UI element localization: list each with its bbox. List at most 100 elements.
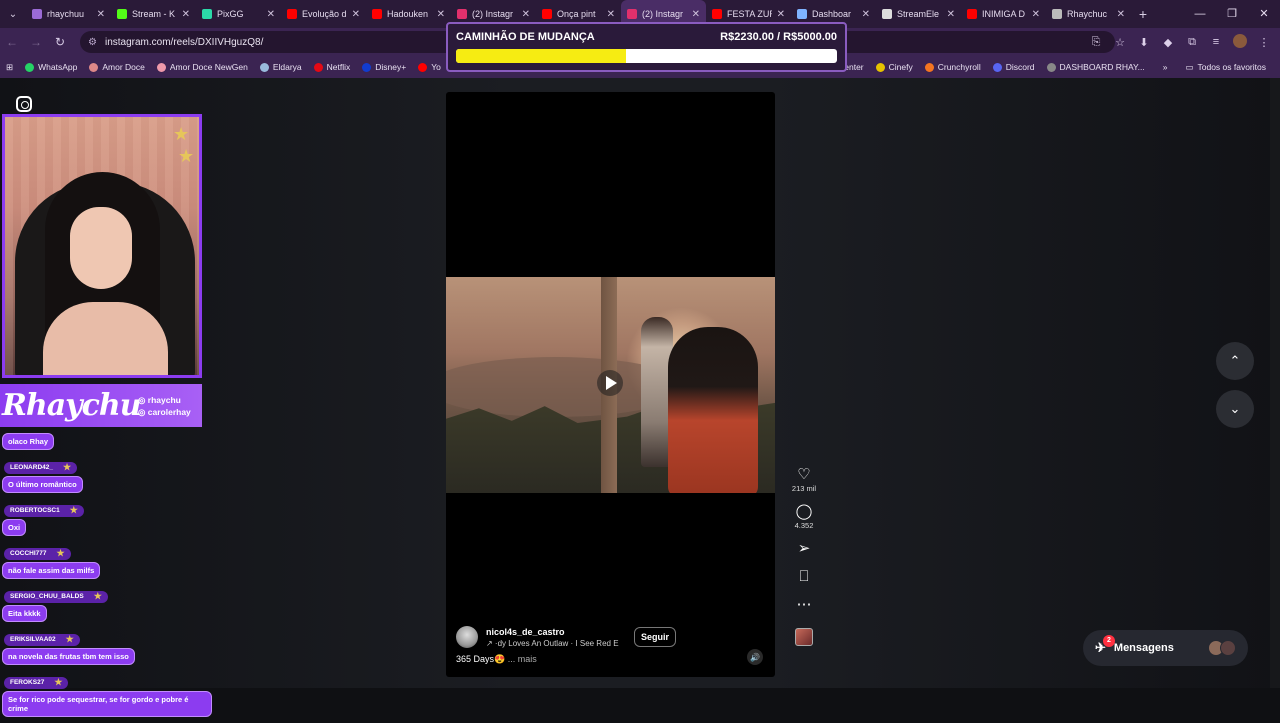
star-decoration-icon: ★ ★ bbox=[173, 124, 195, 166]
tab-close-icon[interactable]: ✕ bbox=[947, 9, 955, 20]
more-bookmarks-icon[interactable]: » bbox=[1157, 62, 1174, 72]
tab[interactable]: INIMIGA D ✕ bbox=[961, 0, 1046, 28]
tab-favicon-icon bbox=[287, 9, 297, 19]
new-tab-button[interactable]: + bbox=[1131, 6, 1155, 22]
tab-label: Rhaychuc bbox=[1067, 9, 1108, 19]
messages-button[interactable]: ✈ 2 Mensagens bbox=[1083, 630, 1248, 666]
all-bookmarks-folder[interactable]: ▭ Todos os favoritos bbox=[1179, 62, 1272, 73]
audio-thumbnail[interactable] bbox=[795, 628, 813, 646]
tab-close-icon[interactable]: ✕ bbox=[352, 9, 360, 20]
page-scrollbar[interactable] bbox=[1270, 78, 1280, 688]
heart-icon[interactable]: ♡ bbox=[797, 466, 810, 484]
tab-favicon-icon bbox=[117, 9, 127, 19]
bookmark-item[interactable]: Amor Doce NewGen bbox=[151, 62, 254, 72]
puzzle-icon[interactable]: ⧉ bbox=[1182, 36, 1202, 49]
author-avatar[interactable] bbox=[456, 626, 478, 648]
tab-close-icon[interactable]: ✕ bbox=[522, 9, 530, 20]
more-link[interactable]: ... mais bbox=[508, 654, 537, 664]
extension-icon[interactable]: ◆ bbox=[1158, 36, 1178, 49]
tab-search-button[interactable]: ⌄ bbox=[0, 0, 26, 28]
star-badge-icon: ★ bbox=[56, 548, 65, 558]
share-action[interactable]: ➢ bbox=[798, 540, 811, 558]
install-icon[interactable]: ⎘ bbox=[1086, 36, 1106, 49]
more-action[interactable]: ⋯ bbox=[797, 596, 812, 614]
comment-action[interactable]: ◯ 4.352 bbox=[795, 503, 814, 530]
back-button[interactable]: ← bbox=[0, 35, 24, 49]
folder-icon: ▭ bbox=[1185, 61, 1194, 72]
follow-button[interactable]: Seguir bbox=[634, 627, 677, 647]
tab[interactable]: PixGG ✕ bbox=[196, 0, 281, 28]
bookmark-item[interactable]: Crunchyroll bbox=[919, 62, 987, 72]
audio-track[interactable]: ↗ ·dy Loves An Outlaw · I See Red E bbox=[486, 639, 619, 648]
bookmark-icon[interactable]: ⎕ bbox=[799, 568, 808, 586]
messages-badge: 2 bbox=[1103, 635, 1115, 647]
close-window-button[interactable]: ✕ bbox=[1248, 0, 1280, 28]
bookmark-star-icon[interactable]: ☆ bbox=[1110, 36, 1130, 49]
tab-close-icon[interactable]: ✕ bbox=[777, 9, 785, 20]
stream-chat: olaco Rhay LEONARD42_ ★ O último romântico R… bbox=[2, 431, 212, 723]
chat-text: olaco Rhay bbox=[2, 433, 55, 450]
bookmark-item[interactable]: Disney+ bbox=[356, 62, 412, 72]
profile-avatar[interactable] bbox=[1230, 33, 1250, 51]
restore-button[interactable]: ❐ bbox=[1216, 0, 1248, 28]
bookmarks-left: WhatsApp Amor Doce Amor Doce NewGen Eldarya… bbox=[19, 62, 447, 72]
tab-label: Onça pint bbox=[557, 9, 596, 19]
like-action[interactable]: ♡ 213 mil bbox=[792, 466, 816, 493]
bookmark-item[interactable]: Yo bbox=[412, 62, 447, 72]
tab-close-icon[interactable]: ✕ bbox=[97, 9, 105, 20]
tab-label: rhaychuu bbox=[47, 9, 85, 19]
chat-message: FEROKS27 ★ Se for rico pode sequestrar, se… bbox=[2, 671, 212, 717]
tab-close-icon[interactable]: ✕ bbox=[1117, 9, 1125, 20]
tab-close-icon[interactable]: ✕ bbox=[607, 9, 615, 20]
tab-close-icon[interactable]: ✕ bbox=[1032, 9, 1040, 20]
tab[interactable]: Evolução d ✕ bbox=[281, 0, 366, 28]
chat-username: SERGIO_CHUU_BALDS ★ bbox=[4, 590, 108, 603]
tab-close-icon[interactable]: ✕ bbox=[862, 9, 870, 20]
download-icon[interactable]: ⬇ bbox=[1134, 36, 1154, 49]
instagram-logo-icon[interactable] bbox=[16, 96, 32, 112]
save-action[interactable]: ⎕ bbox=[799, 568, 808, 586]
bookmark-item[interactable]: Amor Doce bbox=[83, 62, 151, 72]
bookmark-item[interactable]: Discord bbox=[987, 62, 1041, 72]
tab[interactable]: Hadouken ✕ bbox=[366, 0, 451, 28]
minimize-button[interactable]: — bbox=[1184, 0, 1216, 28]
star-badge-icon: ★ bbox=[69, 505, 78, 515]
sound-icon[interactable]: 🔊 bbox=[747, 649, 763, 665]
messages-label: Mensagens bbox=[1113, 642, 1174, 654]
bookmark-label: Amor Doce bbox=[102, 62, 145, 72]
bookmark-item[interactable]: WhatsApp bbox=[19, 62, 83, 72]
bookmark-favicon-icon bbox=[313, 62, 323, 72]
bookmark-item[interactable]: Netflix bbox=[308, 62, 357, 72]
media-icon[interactable]: ≡ bbox=[1206, 36, 1226, 48]
tab-favicon-icon bbox=[1052, 9, 1062, 19]
tab[interactable]: rhaychuu ✕ bbox=[26, 0, 111, 28]
bookmark-label: Disney+ bbox=[375, 62, 407, 72]
bookmark-item[interactable]: Cinefy bbox=[870, 62, 919, 72]
bookmark-label: Netflix bbox=[326, 62, 351, 72]
donation-goal-overlay: CAMINHÃO DE MUDANÇA R$2230.00 / R$5000.0… bbox=[446, 22, 847, 72]
bookmark-item[interactable]: DASHBOARD RHAY... bbox=[1041, 62, 1151, 72]
tab[interactable]: StreamEle ✕ bbox=[876, 0, 961, 28]
tab-close-icon[interactable]: ✕ bbox=[437, 9, 445, 20]
tab-close-icon[interactable]: ✕ bbox=[692, 9, 700, 20]
tab-close-icon[interactable]: ✕ bbox=[182, 9, 190, 20]
forward-button[interactable]: → bbox=[24, 35, 48, 49]
tab-close-icon[interactable]: ✕ bbox=[267, 9, 275, 20]
send-icon[interactable]: ➢ bbox=[798, 540, 811, 558]
reload-button[interactable]: ↻ bbox=[48, 35, 72, 49]
apps-icon[interactable]: ⊞ bbox=[0, 62, 19, 73]
social-small-icon: ◎ bbox=[138, 407, 148, 417]
bookmark-item[interactable]: Eldarya bbox=[254, 62, 308, 72]
toolbar-actions: ⎘ ☆ ⬇ ◆ ⧉ ≡ ⋮ bbox=[1086, 28, 1280, 56]
previous-reel-button[interactable]: ⌃ bbox=[1216, 342, 1254, 380]
reel-video[interactable]: nicol4s_de_castro ↗ ·dy Loves An Outlaw … bbox=[446, 92, 775, 677]
play-icon[interactable] bbox=[597, 370, 623, 396]
site-info-icon[interactable]: ⚙ bbox=[88, 37, 97, 48]
next-reel-button[interactable]: ⌄ bbox=[1216, 390, 1254, 428]
more-icon[interactable]: ⋯ bbox=[797, 596, 812, 614]
author-name[interactable]: nicol4s_de_castro bbox=[486, 627, 619, 637]
tab[interactable]: Stream - K ✕ bbox=[111, 0, 196, 28]
tab[interactable]: Rhaychuc ✕ bbox=[1046, 0, 1131, 28]
menu-icon[interactable]: ⋮ bbox=[1254, 36, 1274, 49]
comment-icon[interactable]: ◯ bbox=[796, 503, 813, 521]
